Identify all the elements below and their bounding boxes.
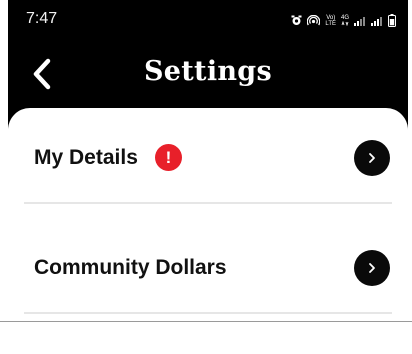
chevron-right-icon	[369, 263, 375, 273]
page-title: Settings	[144, 56, 272, 87]
network-bottom-label: LTE	[325, 20, 336, 27]
hotspot-icon	[307, 15, 321, 26]
battery-icon	[388, 14, 396, 27]
settings-item-label: Community Dollars	[34, 256, 227, 279]
alert-badge: !	[155, 144, 182, 171]
chevron-right-icon	[369, 153, 375, 163]
chevron-right-button[interactable]	[354, 140, 390, 176]
app-header: Settings	[8, 40, 408, 110]
volte-icon: Vo) LTE	[325, 15, 336, 27]
settings-item-label: My Details	[34, 146, 138, 169]
settings-item-community-dollars[interactable]: Community Dollars	[8, 218, 408, 308]
signal-4g-icon: 4G	[341, 15, 349, 26]
settings-item-my-details[interactable]: My Details !	[8, 108, 408, 198]
chevron-right-button[interactable]	[354, 250, 390, 286]
signal-bars-2-icon	[371, 16, 383, 26]
signal-bars-icon	[354, 16, 366, 26]
divider	[24, 202, 392, 204]
status-bar: 7:47 Vo) LTE 4G	[8, 0, 408, 40]
status-time: 7:47	[26, 10, 58, 27]
screen: 7:47 Vo) LTE 4G Settings My Details ! Co…	[0, 0, 412, 354]
status-icons: Vo) LTE 4G	[291, 14, 396, 27]
screen-bottom-area	[0, 322, 412, 354]
alarm-icon	[291, 15, 302, 26]
app-window: 7:47 Vo) LTE 4G Settings My Details ! Co…	[8, 0, 408, 354]
divider	[24, 312, 392, 314]
settings-list: My Details ! Community Dollars	[8, 108, 408, 354]
